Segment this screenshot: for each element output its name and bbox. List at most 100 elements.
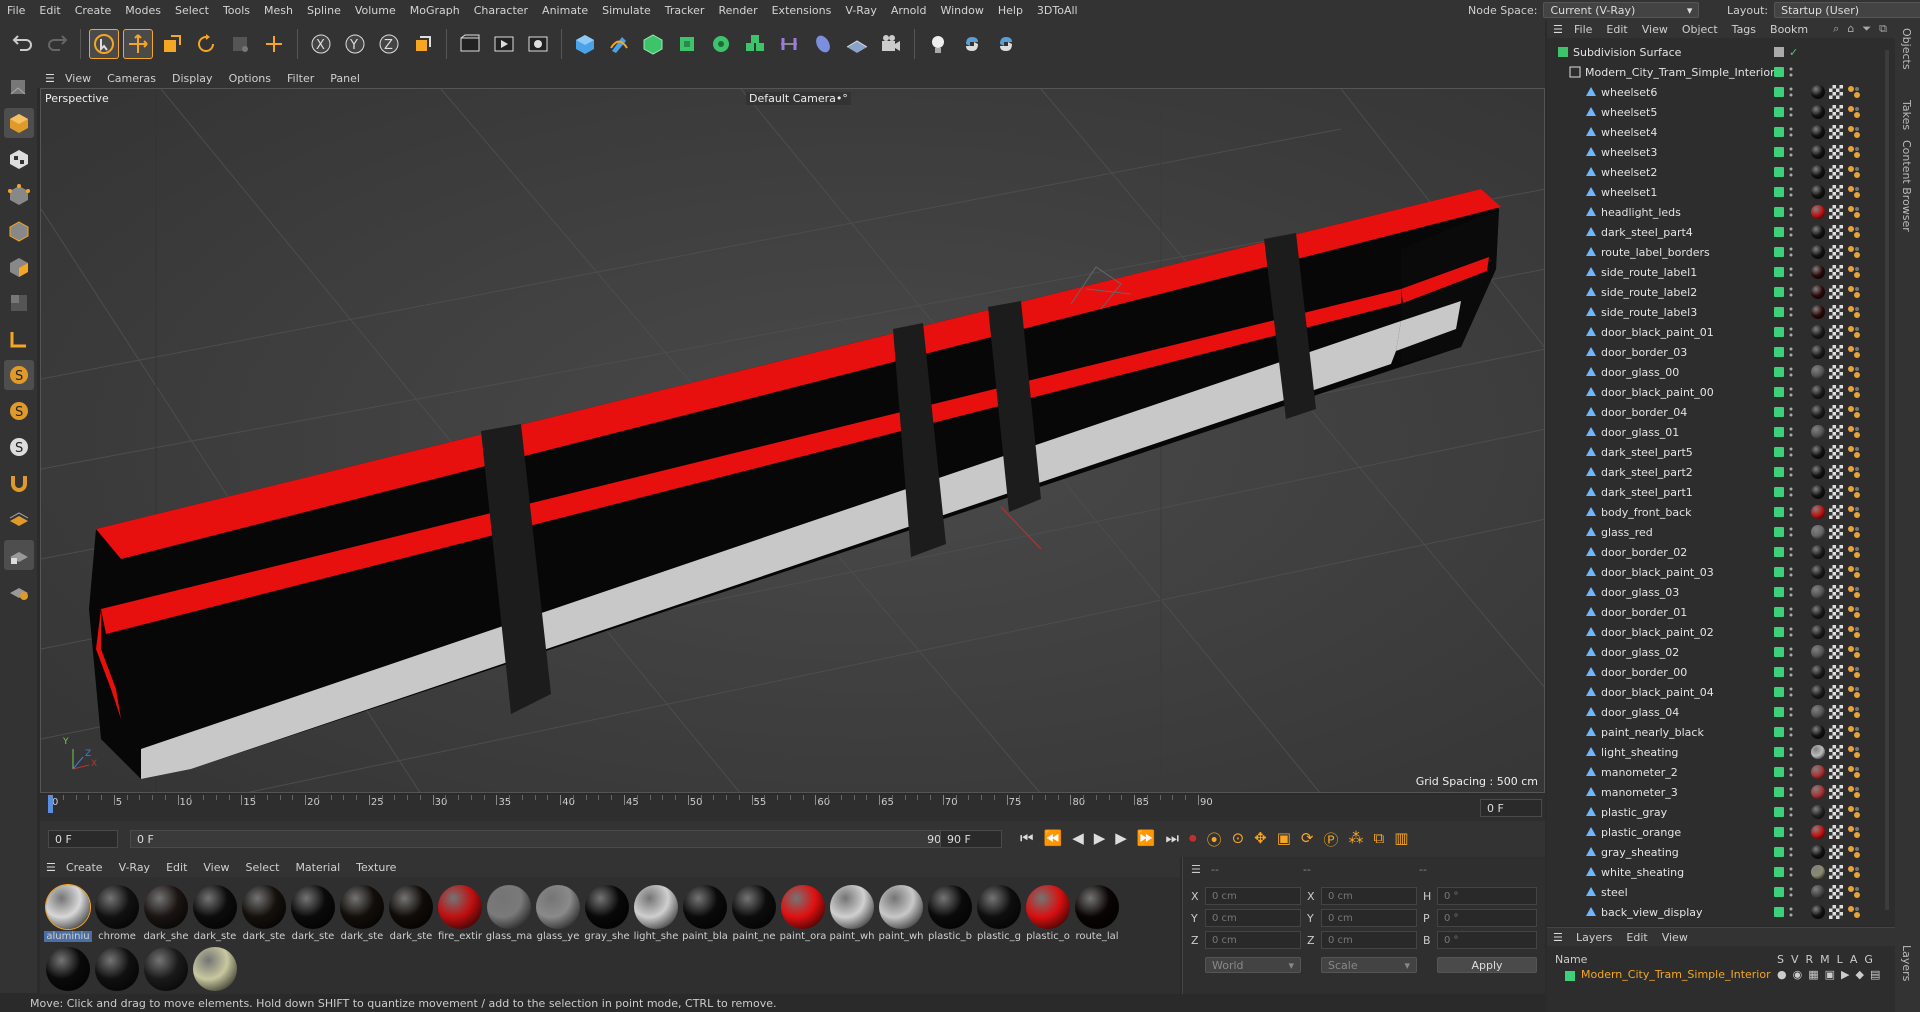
phong-tag-icon[interactable] [1847, 825, 1861, 839]
phong-tag-icon[interactable] [1847, 765, 1861, 779]
object-row[interactable]: steel [1547, 882, 1895, 902]
object-row[interactable]: back_view_display [1547, 902, 1895, 922]
floor-icon[interactable] [842, 29, 872, 59]
material-swatch[interactable] [191, 945, 239, 1001]
size-z-field[interactable]: 0 cm [1321, 931, 1417, 949]
edit-toggle-icon[interactable] [1774, 47, 1784, 57]
layout-select[interactable]: Startup (User)▾ [1774, 2, 1920, 18]
keyframe-icon[interactable]: ⊙ [1232, 829, 1245, 850]
layer-color-swatch[interactable] [1774, 587, 1784, 597]
material-tag-icon[interactable] [1811, 545, 1825, 559]
visibility-dots-icon[interactable] [1789, 906, 1793, 918]
record-icon[interactable]: ⏺ [1189, 829, 1197, 850]
object-row[interactable]: headlight_leds [1547, 202, 1895, 222]
material-menu-view[interactable]: View [195, 861, 237, 874]
objects-menu-file[interactable]: File [1567, 23, 1599, 36]
material-tag-icon[interactable] [1811, 165, 1825, 179]
planar-workplane-icon[interactable] [4, 576, 34, 606]
layer-column-header[interactable]: G [1864, 953, 1873, 966]
texture-mode-icon[interactable] [4, 144, 34, 174]
edges-mode-icon[interactable] [4, 216, 34, 246]
phong-tag-icon[interactable] [1847, 285, 1861, 299]
material-menu-edit[interactable]: Edit [158, 861, 195, 874]
visibility-dots-icon[interactable] [1789, 106, 1793, 118]
phong-tag-icon[interactable] [1847, 345, 1861, 359]
uvw-tag-icon[interactable] [1829, 85, 1843, 99]
material-tag-icon[interactable] [1811, 305, 1825, 319]
visibility-dots-icon[interactable] [1789, 386, 1793, 398]
uvw-tag-icon[interactable] [1829, 405, 1843, 419]
material-menu-create[interactable]: Create [58, 861, 111, 874]
timeline-ruler[interactable]: 0 5 10 15 20 25 30 35 40 45 50 55 60 65 70 75 80 85 90 0 F [40, 795, 1545, 821]
material-tag-icon[interactable] [1811, 185, 1825, 199]
uvw-tag-icon[interactable] [1829, 365, 1843, 379]
phong-tag-icon[interactable] [1847, 325, 1861, 339]
object-row[interactable]: dark_steel_part1 [1547, 482, 1895, 502]
object-row[interactable]: wheelset5 [1547, 102, 1895, 122]
start-frame-field[interactable]: 0 F [48, 830, 118, 848]
viewport-menu-view[interactable]: View [57, 72, 99, 85]
phong-tag-icon[interactable] [1847, 905, 1861, 919]
material-tag-icon[interactable] [1811, 885, 1825, 899]
filter-icon[interactable]: ⏷ [1862, 22, 1871, 36]
phong-tag-icon[interactable] [1847, 705, 1861, 719]
material-tag-icon[interactable] [1811, 245, 1825, 259]
quantize-icon[interactable]: S [4, 432, 34, 462]
world-select[interactable]: World ▾ [1205, 957, 1301, 973]
rot-h-field[interactable]: 0 ° [1437, 887, 1537, 905]
visibility-dots-icon[interactable] [1789, 626, 1793, 638]
uvw-tag-icon[interactable] [1829, 545, 1843, 559]
menu-simulate[interactable]: Simulate [595, 4, 658, 17]
material-tag-icon[interactable] [1811, 565, 1825, 579]
material-tag-icon[interactable] [1811, 385, 1825, 399]
x-axis-icon[interactable]: X [306, 29, 336, 59]
object-row[interactable]: dark_steel_part5 [1547, 442, 1895, 462]
object-row[interactable]: door_glass_00 [1547, 362, 1895, 382]
select-icon[interactable] [89, 29, 119, 59]
layer-color-swatch[interactable] [1774, 167, 1784, 177]
layer-column-header[interactable]: R [1806, 953, 1814, 966]
menu-spline[interactable]: Spline [300, 4, 348, 17]
layer-color-swatch[interactable] [1774, 747, 1784, 757]
camera-icon[interactable] [876, 29, 906, 59]
material-tag-icon[interactable] [1811, 125, 1825, 139]
visibility-dots-icon[interactable] [1789, 846, 1793, 858]
move-key-icon[interactable]: ✥ [1254, 829, 1267, 850]
phong-tag-icon[interactable] [1847, 205, 1861, 219]
menu-edit[interactable]: Edit [32, 4, 67, 17]
material-swatch[interactable]: glass_ma [485, 883, 533, 942]
phong-tag-icon[interactable] [1847, 445, 1861, 459]
layer-color-swatch[interactable] [1774, 247, 1784, 257]
new-window-icon[interactable]: ⧉ [1879, 22, 1887, 36]
uvw-tag-icon[interactable] [1829, 165, 1843, 179]
visibility-dots-icon[interactable] [1789, 566, 1793, 578]
uvw-tag-icon[interactable] [1829, 685, 1843, 699]
motion-icon[interactable]: ▥ [1394, 829, 1408, 850]
cloner-icon[interactable] [706, 29, 736, 59]
menu-volume[interactable]: Volume [348, 4, 403, 17]
go-end-icon[interactable]: ⏭ [1166, 829, 1180, 850]
visibility-dots-icon[interactable] [1789, 726, 1793, 738]
render-view-icon[interactable] [455, 29, 485, 59]
rotate-icon[interactable] [191, 29, 221, 59]
uvw-tag-icon[interactable] [1829, 145, 1843, 159]
layer-color-swatch[interactable] [1774, 147, 1784, 157]
takes-tab[interactable]: Takes [1900, 100, 1913, 130]
layer-color-swatch[interactable] [1774, 367, 1784, 377]
uvw-tag-icon[interactable] [1829, 725, 1843, 739]
layer-color-swatch[interactable] [1774, 387, 1784, 397]
phong-tag-icon[interactable] [1847, 625, 1861, 639]
hamburger-icon[interactable]: ☰ [1553, 931, 1569, 944]
menu-help[interactable]: Help [991, 4, 1030, 17]
layer-color-swatch[interactable] [1774, 347, 1784, 357]
layer-color-swatch[interactable] [1774, 447, 1784, 457]
visibility-dots-icon[interactable] [1789, 246, 1793, 258]
phong-tag-icon[interactable] [1847, 845, 1861, 859]
material-swatch[interactable]: glass_ye [534, 883, 582, 942]
visibility-dots-icon[interactable] [1789, 326, 1793, 338]
layer-color-swatch[interactable] [1774, 307, 1784, 317]
phong-tag-icon[interactable] [1847, 425, 1861, 439]
object-row[interactable]: route_label_borders [1547, 242, 1895, 262]
menu-tools[interactable]: Tools [216, 4, 257, 17]
pos-x-field[interactable]: 0 cm [1205, 887, 1301, 905]
